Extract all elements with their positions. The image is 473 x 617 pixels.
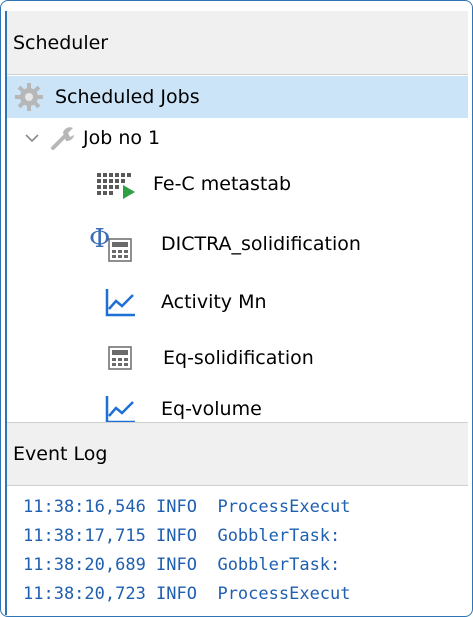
- scheduler-window: Scheduler Scheduled Jobs Job no 1 Fe-C m…: [0, 0, 473, 617]
- plot-icon: [103, 285, 137, 319]
- log-line: 11:38:17,715 INFO GobblerTask:: [23, 526, 341, 546]
- tree-item-dictra-solidification[interactable]: Φ DICTRA_solidification: [5, 216, 468, 272]
- calculator-icon: [105, 343, 135, 373]
- item-label: Eq-solidification: [163, 347, 314, 369]
- tree-item-job-no-1[interactable]: Job no 1: [5, 118, 468, 158]
- plot-icon: [103, 392, 137, 426]
- log-line: 11:38:20,723 INFO ProcessExecut: [23, 584, 351, 604]
- job-label: Job no 1: [83, 127, 161, 149]
- left-border-divider: [5, 11, 7, 615]
- log-line: 11:38:20,689 INFO GobblerTask:: [23, 555, 341, 575]
- chevron-down-icon[interactable]: [23, 129, 41, 147]
- item-label: Activity Mn: [161, 291, 267, 313]
- scheduled-jobs-tree: Scheduled Jobs Job no 1 Fe-C metastab Φ …: [5, 76, 468, 424]
- event-log-panel-header: Event Log: [5, 422, 468, 486]
- phi-calculator-icon: Φ: [87, 223, 137, 265]
- item-label: Eq-volume: [161, 398, 262, 420]
- tree-item-eq-solidification[interactable]: Eq-solidification: [5, 332, 468, 384]
- scheduler-panel-header: Scheduler: [5, 11, 468, 75]
- svg-text:Φ: Φ: [89, 224, 110, 254]
- tree-root-label: Scheduled Jobs: [55, 86, 200, 108]
- event-log-title: Event Log: [13, 443, 108, 465]
- scheduler-title: Scheduler: [13, 31, 109, 54]
- item-label: DICTRA_solidification: [161, 233, 361, 255]
- tree-item-fe-c-metastab[interactable]: Fe-C metastab: [5, 158, 468, 210]
- system-definer-play-icon: [95, 167, 143, 201]
- log-line: 11:38:16,546 INFO ProcessExecut: [23, 497, 351, 517]
- tree-item-activity-mn[interactable]: Activity Mn: [5, 276, 468, 328]
- wrench-icon: [49, 124, 77, 152]
- tree-root-scheduled-jobs[interactable]: Scheduled Jobs: [5, 76, 468, 118]
- item-label: Fe-C metastab: [153, 173, 292, 195]
- gear-icon: [13, 81, 45, 113]
- event-log-output[interactable]: 11:38:16,546 INFO ProcessExecut 11:38:17…: [5, 487, 468, 615]
